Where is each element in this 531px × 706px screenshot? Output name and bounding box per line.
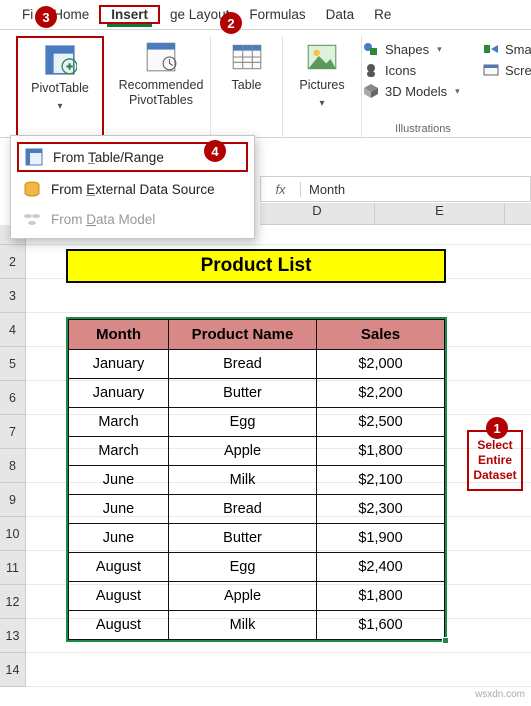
row-headers: 1 2 3 4 5 6 7 8 9 10 11 12 13 14 — [0, 225, 26, 687]
watermark: wsxdn.com — [475, 689, 525, 700]
table-header-row: Month Product Name Sales — [69, 320, 445, 350]
pivottable-icon — [43, 43, 77, 77]
col-header-e[interactable]: E — [375, 203, 505, 224]
table-row: JanuaryButter$2,200 — [69, 379, 445, 408]
table-row: AugustApple$1,800 — [69, 582, 445, 611]
col-sales: Sales — [317, 320, 445, 350]
pictures-label: Pictures — [299, 78, 344, 93]
chevron-down-icon — [318, 95, 326, 103]
step-badge-3: 3 — [35, 6, 57, 28]
tab-insert[interactable]: Insert — [101, 3, 158, 26]
screenshot-button[interactable]: Screensh — [483, 61, 531, 79]
tab-formulas[interactable]: Formulas — [239, 3, 315, 26]
selection-handle-icon[interactable] — [442, 637, 449, 644]
smartart-icon — [483, 41, 499, 57]
recommended-pivottables-button[interactable]: Recommended PivotTables — [120, 36, 202, 128]
formula-bar: fx Month — [260, 176, 531, 202]
table-row: JuneButter$1,900 — [69, 524, 445, 553]
from-table-range-label: From Table/Range — [53, 150, 164, 165]
shapes-icon — [363, 41, 379, 57]
table-row: AugustMilk$1,600 — [69, 611, 445, 640]
screenshot-icon — [483, 62, 499, 78]
3d-models-button[interactable]: 3D Models▾ — [363, 82, 473, 100]
table-row: JuneMilk$2,100 — [69, 466, 445, 495]
cells-area[interactable]: Product List Month Product Name Sales Ja… — [26, 225, 531, 706]
step-badge-1: 1 — [486, 417, 508, 439]
row-header[interactable]: 5 — [0, 347, 25, 381]
formula-bar-value[interactable]: Month — [301, 182, 353, 197]
recommended-label-1: Recommended — [119, 78, 204, 93]
pivottable-button[interactable]: PivotTable — [19, 39, 101, 131]
table-label: Table — [232, 78, 262, 93]
select-dataset-callout: Select Entire Dataset — [467, 430, 523, 491]
row-header[interactable]: 11 — [0, 551, 25, 585]
table-row: MarchEgg$2,500 — [69, 408, 445, 437]
icons-icon — [363, 62, 379, 78]
col-month: Month — [69, 320, 169, 350]
row-header[interactable]: 7 — [0, 415, 25, 449]
recommended-icon — [144, 40, 178, 74]
table-row: JanuaryBread$2,000 — [69, 350, 445, 379]
table-button[interactable]: Table — [219, 36, 274, 128]
pictures-button[interactable]: Pictures — [291, 36, 353, 128]
pivottable-label: PivotTable — [31, 81, 89, 96]
icons-button[interactable]: Icons — [363, 61, 473, 79]
row-header[interactable]: 9 — [0, 483, 25, 517]
data-model-icon — [23, 210, 41, 228]
data-table-selection[interactable]: Month Product Name Sales JanuaryBread$2,… — [66, 317, 447, 642]
table-row: JuneBread$2,300 — [69, 495, 445, 524]
tab-data[interactable]: Data — [316, 3, 365, 26]
col-header-d[interactable]: D — [260, 203, 375, 224]
cube-icon — [363, 83, 379, 99]
row-header[interactable]: 8 — [0, 449, 25, 483]
illustrations-group-label: Illustrations — [283, 123, 531, 135]
from-external-label: From External Data Source — [51, 182, 215, 197]
table-range-icon — [25, 148, 43, 166]
ribbon-tabs: Fi Home Insert ge Layout Formulas Data R… — [0, 0, 531, 30]
row-header[interactable]: 4 — [0, 313, 25, 347]
column-headers: D E — [260, 203, 531, 225]
row-header[interactable]: 10 — [0, 517, 25, 551]
col-product: Product Name — [169, 320, 317, 350]
ribbon-body: PivotTable Recommended PivotTables Table… — [0, 30, 531, 138]
row-header[interactable]: 14 — [0, 653, 25, 687]
chevron-down-icon — [56, 98, 64, 106]
table-row: AugustEgg$2,400 — [69, 553, 445, 582]
row-header[interactable]: 3 — [0, 279, 25, 313]
row-header[interactable]: 6 — [0, 381, 25, 415]
product-list-title: Product List — [66, 249, 446, 283]
from-data-model-item: From Data Model — [11, 204, 254, 234]
external-source-icon — [23, 180, 41, 198]
table-icon — [230, 40, 264, 74]
shapes-button[interactable]: Shapes▾ — [363, 40, 473, 58]
worksheet: 1 2 3 4 5 6 7 8 9 10 11 12 13 14 Product… — [0, 225, 531, 706]
from-data-model-label: From Data Model — [51, 212, 155, 227]
table-row: MarchApple$1,800 — [69, 437, 445, 466]
step-badge-2: 2 — [220, 12, 242, 34]
tab-review[interactable]: Re — [364, 3, 401, 26]
pictures-icon — [305, 40, 339, 74]
row-header[interactable]: 12 — [0, 585, 25, 619]
fx-icon[interactable]: fx — [261, 182, 301, 197]
from-external-item[interactable]: From External Data Source — [11, 174, 254, 204]
row-header[interactable]: 13 — [0, 619, 25, 653]
row-header[interactable]: 2 — [0, 245, 25, 279]
recommended-label-2: PivotTables — [129, 93, 193, 108]
step-badge-4: 4 — [204, 140, 226, 162]
smartart-button[interactable]: SmartArt — [483, 40, 531, 58]
